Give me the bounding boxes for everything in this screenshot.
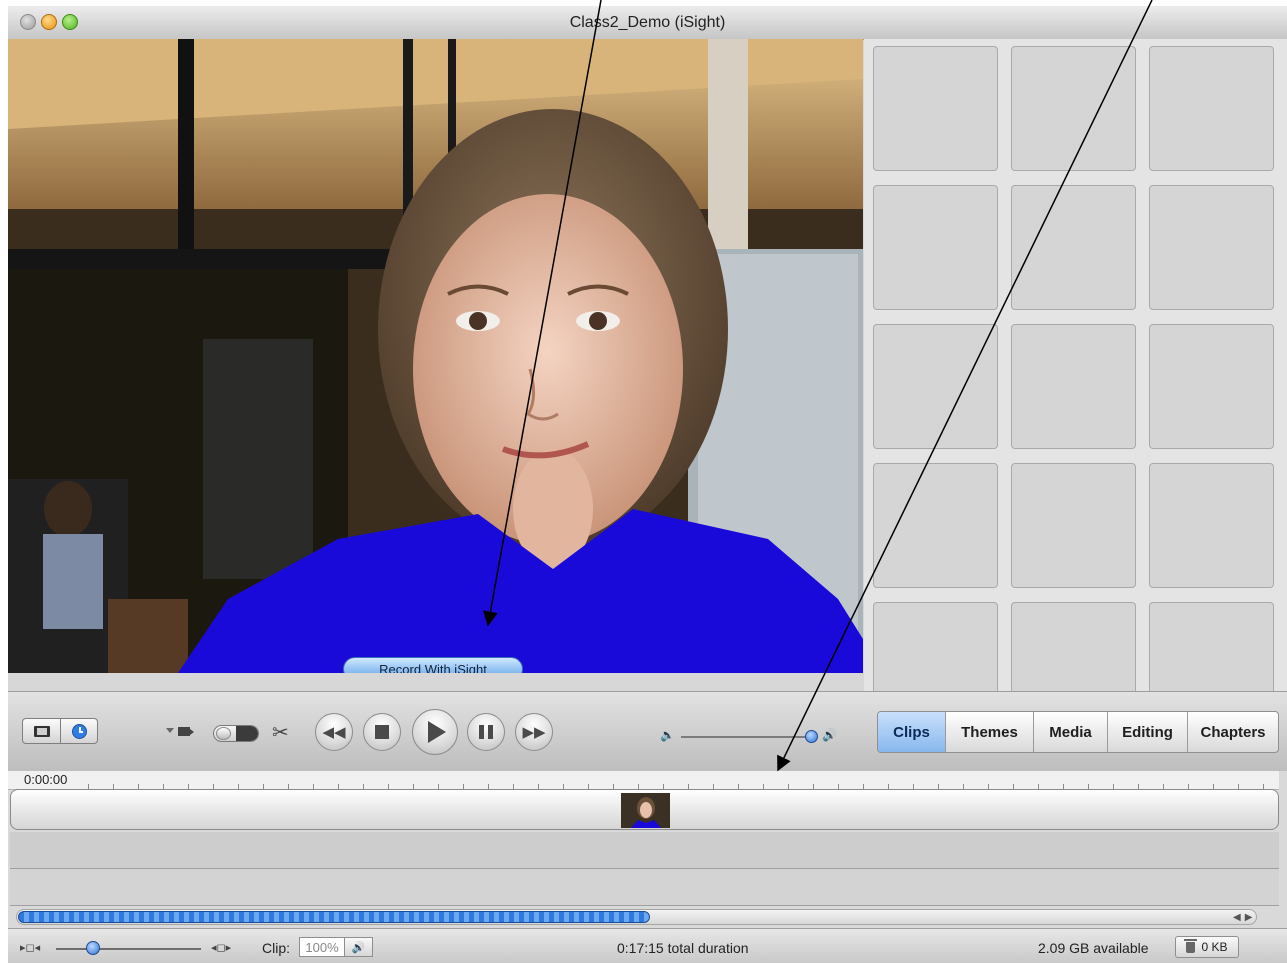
window-title: Class2_Demo (iSight) <box>569 14 726 31</box>
chevron-down-icon <box>166 728 174 733</box>
clip-slot[interactable] <box>1149 602 1274 691</box>
control-bar: ✂ ◀◀ ▶▶ 🔈 🔊 Clips Themes Media Editing C… <box>8 691 1287 772</box>
clip-slot[interactable] <box>873 324 998 449</box>
imovie-window: Class2_Demo (iSight) Record With iSight … <box>8 6 1287 963</box>
volume-track[interactable] <box>681 736 811 738</box>
disk-available: 2.09 GB available <box>1038 940 1149 956</box>
pause-button[interactable] <box>467 713 505 751</box>
scroll-arrows[interactable]: ◀▶ <box>1233 912 1256 923</box>
camera-edit-mode-switch[interactable] <box>213 725 259 742</box>
clip-slot[interactable] <box>1011 185 1136 310</box>
view-toggle[interactable] <box>22 718 98 744</box>
clip-slot[interactable] <box>873 185 998 310</box>
clip-slot[interactable] <box>1011 602 1136 691</box>
timeline-view-button[interactable] <box>61 719 97 743</box>
total-duration: 0:17:15 total duration <box>617 940 749 956</box>
tab-clips[interactable]: Clips <box>878 712 946 752</box>
clip-slot[interactable] <box>873 463 998 588</box>
clip-slot[interactable] <box>1149 324 1274 449</box>
clip-volume-button[interactable]: 🔊 <box>345 937 373 957</box>
camera-preview: Record With iSight <box>8 39 863 673</box>
play-button[interactable] <box>412 709 458 755</box>
clock-icon <box>71 723 87 739</box>
play-icon <box>428 721 446 743</box>
status-bar: ▸◻◂ ◂◻▸ Clip: 100% 🔊 0:17:15 total durat… <box>8 928 1287 963</box>
volume-low-icon: 🔈 <box>660 728 675 742</box>
clip-slot[interactable] <box>1011 46 1136 171</box>
clips-pane[interactable] <box>864 39 1287 691</box>
clip-slot[interactable] <box>1011 324 1136 449</box>
audio-track-2[interactable] <box>10 869 1279 906</box>
fast-forward-button[interactable]: ▶▶ <box>515 713 553 751</box>
scissors-icon[interactable]: ✂ <box>272 720 289 745</box>
tab-media[interactable]: Media <box>1034 712 1108 752</box>
playhead-time: 0:00:00 <box>24 772 68 787</box>
volume-slider[interactable]: 🔈 🔊 <box>660 728 850 746</box>
preview-bottom-border <box>8 673 863 691</box>
pane-tabs: Clips Themes Media Editing Chapters <box>877 711 1279 753</box>
clip-slot[interactable] <box>873 602 998 691</box>
title-bar[interactable]: Class2_Demo (iSight) <box>8 6 1287 40</box>
zoom-in-icon: ◂◻▸ <box>211 942 232 954</box>
trash-icon <box>1184 938 1198 953</box>
volume-knob[interactable] <box>805 730 818 743</box>
zoom-knob[interactable] <box>86 941 100 955</box>
camera-icon <box>178 727 190 736</box>
stop-icon <box>375 725 389 739</box>
zoom-track[interactable] <box>56 948 201 950</box>
clip-view-button[interactable] <box>23 719 61 743</box>
record-with-isight-button[interactable]: Record With iSight <box>343 657 523 673</box>
pause-icon <box>479 725 493 739</box>
clip-slot[interactable] <box>1011 463 1136 588</box>
clip-thumbnail <box>621 793 670 828</box>
scrollbar-thumb[interactable] <box>18 911 650 923</box>
film-icon <box>33 725 50 737</box>
clip-slot[interactable] <box>1149 185 1274 310</box>
rewind-button[interactable]: ◀◀ <box>315 713 353 751</box>
timeline-ruler[interactable]: 0:00:00 <box>8 771 1279 790</box>
trash-button[interactable]: 0 KB <box>1175 936 1239 958</box>
clip-slot[interactable] <box>1149 46 1274 171</box>
trash-size: 0 KB <box>1201 940 1228 954</box>
rewind-icon: ◀◀ <box>322 724 346 741</box>
timeline-scrollbar[interactable] <box>16 909 1257 925</box>
tab-editing[interactable]: Editing <box>1108 712 1188 752</box>
timeline: 0:00:00 ◀▶ ▸◻◂ ◂◻▸ Clip: 100% 🔊 0:17:15 … <box>8 771 1287 963</box>
clip-volume-field[interactable]: 100% <box>299 937 345 957</box>
camera-preview-image <box>8 39 863 673</box>
video-track[interactable] <box>10 789 1279 830</box>
clip-slot[interactable] <box>873 46 998 171</box>
zoom-out-icon: ▸◻◂ <box>20 942 41 954</box>
volume-high-icon: 🔊 <box>822 728 837 742</box>
volume-high-icon: 🔊 <box>351 941 366 954</box>
clip-volume-label: Clip: <box>262 940 291 956</box>
audio-track-1[interactable] <box>10 832 1279 869</box>
fast-forward-icon: ▶▶ <box>522 724 546 741</box>
tab-themes[interactable]: Themes <box>946 712 1034 752</box>
stop-button[interactable] <box>363 713 401 751</box>
tab-chapters[interactable]: Chapters <box>1188 712 1278 752</box>
clip-slot[interactable] <box>1149 463 1274 588</box>
video-clip[interactable] <box>621 793 670 828</box>
